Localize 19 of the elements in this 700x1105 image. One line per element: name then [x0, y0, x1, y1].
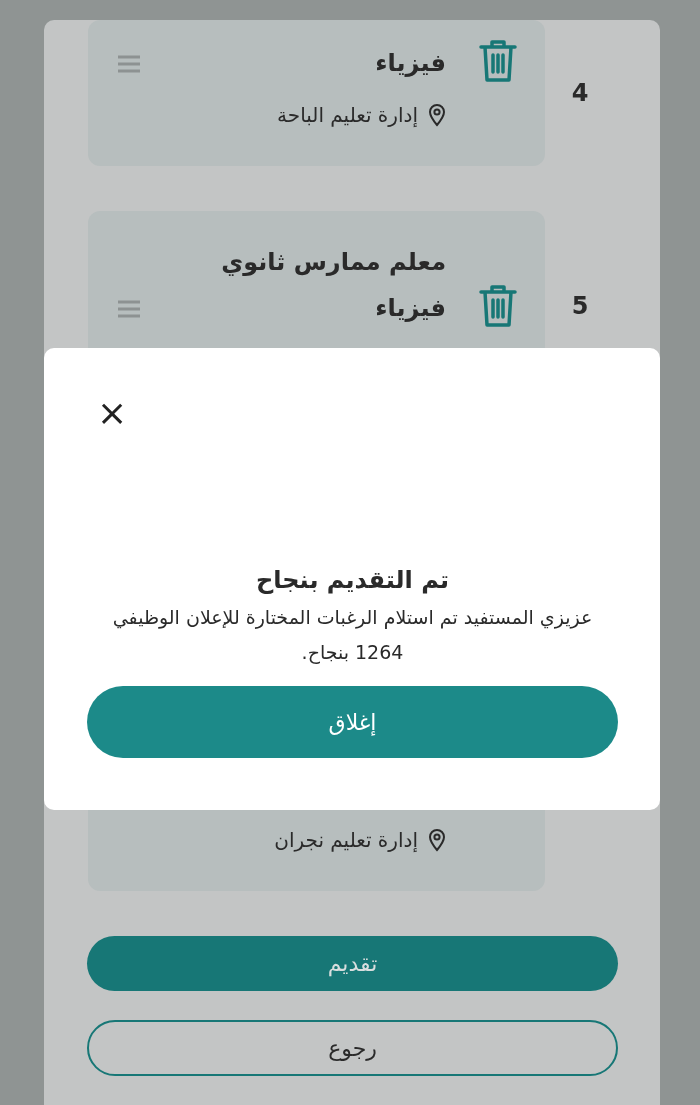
job-card[interactable]: فيزياء إدارة تعليم الباحة — [88, 20, 545, 166]
trash-icon[interactable] — [478, 38, 518, 84]
location-pin-icon — [428, 103, 446, 127]
job-title: فيزياء — [374, 48, 446, 79]
dialog-message: عزيزي المستفيد تم استلام الرغبات المختارة للإعلان الوظيفي 1264 بنجاح. — [111, 605, 594, 666]
close-button[interactable]: × — [87, 400, 128, 426]
drag-handle-icon[interactable] — [117, 54, 141, 74]
location-pin-icon — [428, 828, 446, 852]
drag-handle-icon[interactable] — [117, 299, 141, 319]
submit-button[interactable]: تقديم — [87, 936, 618, 991]
trash-icon[interactable] — [478, 283, 518, 329]
close-dialog-button[interactable]: إغلاق — [87, 686, 618, 758]
back-button[interactable]: رجوع — [87, 1020, 618, 1076]
location-text: إدارة تعليم الباحة — [277, 102, 418, 128]
item-number: 5 — [571, 292, 589, 320]
dialog-title: تم التقديم بنجاح — [256, 566, 449, 594]
job-title: معلم ممارس ثانوي فيزياء — [220, 247, 446, 324]
item-number: 4 — [571, 79, 589, 107]
location-text: إدارة تعليم نجران — [274, 827, 418, 853]
